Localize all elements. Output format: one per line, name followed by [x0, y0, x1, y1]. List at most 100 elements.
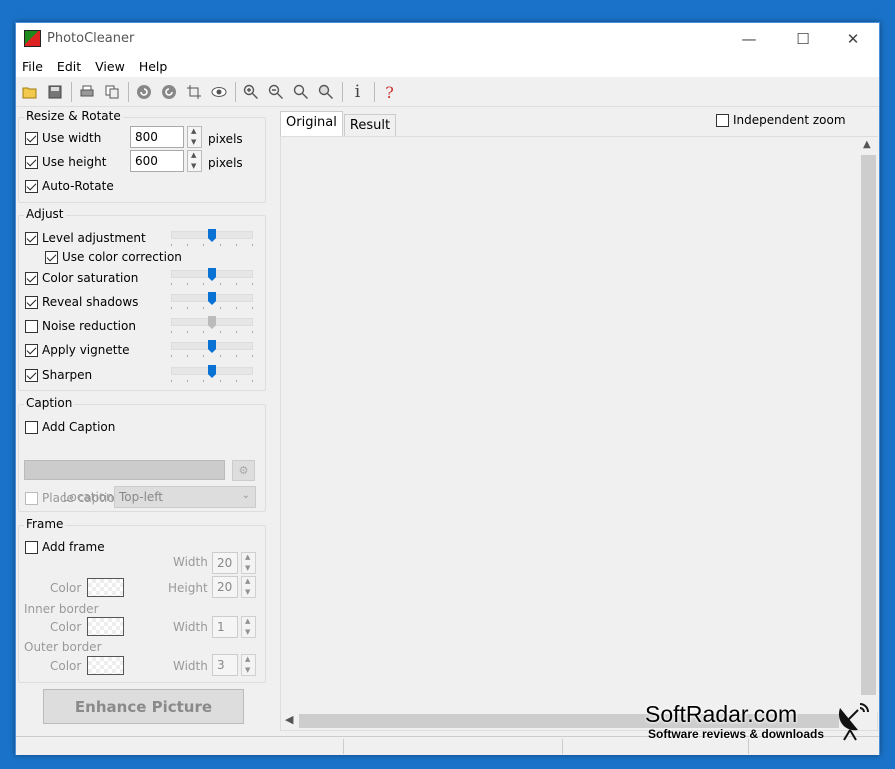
toolbar-separator — [128, 82, 129, 102]
zoom-out-icon[interactable] — [264, 81, 287, 104]
menu-view[interactable]: View — [95, 59, 125, 74]
preview-tabs: Original Result — [280, 111, 397, 136]
independent-zoom-checkbox[interactable]: Independent zoom — [716, 113, 846, 127]
zoom-in-icon[interactable] — [239, 81, 262, 104]
noise-reduction-check[interactable] — [25, 319, 38, 333]
use-height-label: Use height — [42, 155, 107, 169]
menu-edit[interactable]: Edit — [57, 59, 81, 74]
add-caption-label: Add Caption — [42, 420, 116, 434]
caption-title: Caption — [24, 396, 75, 410]
caption-font-button: ⚙ — [232, 460, 255, 481]
auto-rotate-label: Auto-Rotate — [42, 179, 114, 193]
apply-vignette-slider[interactable] — [171, 340, 253, 357]
location-select: Top-left ⌄ — [114, 486, 256, 508]
maximize-button[interactable]: ☐ — [780, 23, 826, 55]
resize-rotate-group: Resize & Rotate Use width 800 pixels Use… — [18, 109, 266, 203]
color-correction-check[interactable] — [45, 250, 58, 264]
satellite-dish-icon — [838, 703, 869, 741]
print-icon[interactable] — [75, 81, 98, 104]
auto-rotate-checkbox[interactable]: Auto-Rotate — [25, 179, 114, 193]
level-adjustment-label: Level adjustment — [42, 231, 146, 245]
sharpen-check[interactable] — [25, 368, 38, 382]
inner-color-swatch — [87, 617, 124, 636]
inner-color-label: Color — [50, 620, 82, 634]
tab-original[interactable]: Original — [280, 111, 343, 136]
height-spinner[interactable] — [187, 150, 202, 172]
help-icon[interactable]: ? — [378, 81, 401, 104]
apply-vignette-check[interactable] — [25, 343, 38, 357]
color-saturation-check[interactable] — [25, 271, 38, 285]
use-width-checkbox[interactable]: Use width — [25, 131, 101, 145]
watermark: SoftRadar.com Software reviews & downloa… — [645, 701, 824, 741]
watermark-title: SoftRadar.com — [645, 701, 798, 727]
scroll-left-icon[interactable]: ◀ — [285, 713, 293, 726]
add-frame-check[interactable] — [25, 540, 38, 554]
window-title: PhotoCleaner — [47, 31, 135, 46]
add-caption-checkbox[interactable]: Add Caption — [25, 420, 115, 434]
menu-help[interactable]: Help — [139, 59, 168, 74]
frame-color-label: Color — [50, 581, 82, 595]
width-spinner[interactable] — [187, 126, 202, 148]
title-bar: PhotoCleaner — ☐ ✕ — [16, 23, 879, 55]
use-width-check[interactable] — [25, 131, 38, 145]
frame-color-swatch — [87, 578, 124, 597]
color-saturation-slider[interactable] — [171, 268, 253, 285]
open-folder-icon[interactable] — [18, 81, 41, 104]
outer-width-label: Width — [173, 659, 208, 673]
eye-icon[interactable] — [207, 81, 230, 104]
scroll-up-icon[interactable]: ▲ — [863, 139, 871, 150]
app-window: PhotoCleaner — ☐ ✕ File Edit View Help i… — [15, 22, 880, 755]
menu-bar: File Edit View Help — [16, 55, 879, 77]
reveal-shadows-checkbox[interactable]: Reveal shadows — [25, 295, 138, 309]
add-caption-check[interactable] — [25, 420, 38, 434]
crop-icon[interactable] — [182, 81, 205, 104]
adjust-title: Adjust — [24, 207, 66, 221]
use-height-checkbox[interactable]: Use height — [25, 155, 106, 169]
color-saturation-checkbox[interactable]: Color saturation — [25, 271, 138, 285]
frame-width-label: Width — [173, 555, 208, 569]
auto-rotate-check[interactable] — [25, 179, 38, 193]
level-adjustment-checkbox[interactable]: Level adjustment — [25, 231, 146, 245]
reveal-shadows-slider[interactable] — [171, 292, 253, 309]
level-adjustment-slider[interactable] — [171, 229, 253, 246]
close-button[interactable]: ✕ — [830, 23, 876, 55]
add-frame-checkbox[interactable]: Add frame — [25, 540, 105, 554]
sharpen-checkbox[interactable]: Sharpen — [25, 368, 92, 382]
sharpen-slider[interactable] — [171, 365, 253, 382]
level-adjustment-check[interactable] — [25, 231, 38, 245]
enhance-picture-button[interactable]: Enhance Picture — [43, 689, 244, 724]
toolbar-separator — [374, 82, 375, 102]
color-saturation-label: Color saturation — [42, 271, 139, 285]
reveal-shadows-check[interactable] — [25, 295, 38, 309]
location-value: Top-left — [119, 490, 164, 504]
save-icon[interactable] — [43, 81, 66, 104]
inner-width-input: 1 — [212, 616, 238, 638]
frame-width-input: 20 — [212, 552, 238, 574]
width-input[interactable]: 800 — [130, 126, 184, 148]
tab-result[interactable]: Result — [343, 114, 397, 136]
vertical-scrollbar[interactable]: ▲ — [859, 137, 878, 712]
minimize-button[interactable]: — — [726, 23, 772, 55]
apply-vignette-checkbox[interactable]: Apply vignette — [25, 343, 130, 357]
apply-vignette-label: Apply vignette — [42, 343, 130, 357]
noise-reduction-slider — [171, 316, 253, 333]
height-input[interactable]: 600 — [130, 150, 184, 172]
settings-panel: Resize & Rotate Use width 800 pixels Use… — [16, 109, 268, 734]
frame-height-input: 20 — [212, 576, 238, 598]
caption-text-input — [24, 460, 225, 480]
menu-file[interactable]: File — [22, 59, 43, 74]
color-correction-checkbox[interactable]: Use color correction — [45, 250, 182, 264]
zoom-fit-icon[interactable] — [289, 81, 312, 104]
independent-zoom-check[interactable] — [716, 113, 729, 127]
independent-zoom-label: Independent zoom — [733, 113, 846, 127]
use-height-check[interactable] — [25, 155, 38, 169]
rotate-left-icon[interactable] — [132, 81, 155, 104]
vertical-scroll-thumb[interactable] — [861, 155, 876, 695]
copy-icon[interactable] — [100, 81, 123, 104]
noise-reduction-checkbox[interactable]: Noise reduction — [25, 319, 136, 333]
zoom-actual-icon[interactable] — [314, 81, 337, 104]
rotate-right-icon[interactable] — [157, 81, 180, 104]
image-canvas[interactable]: ▲ ◀ — [280, 136, 878, 731]
info-icon[interactable]: i — [346, 81, 369, 104]
app-logo-icon — [24, 30, 41, 47]
